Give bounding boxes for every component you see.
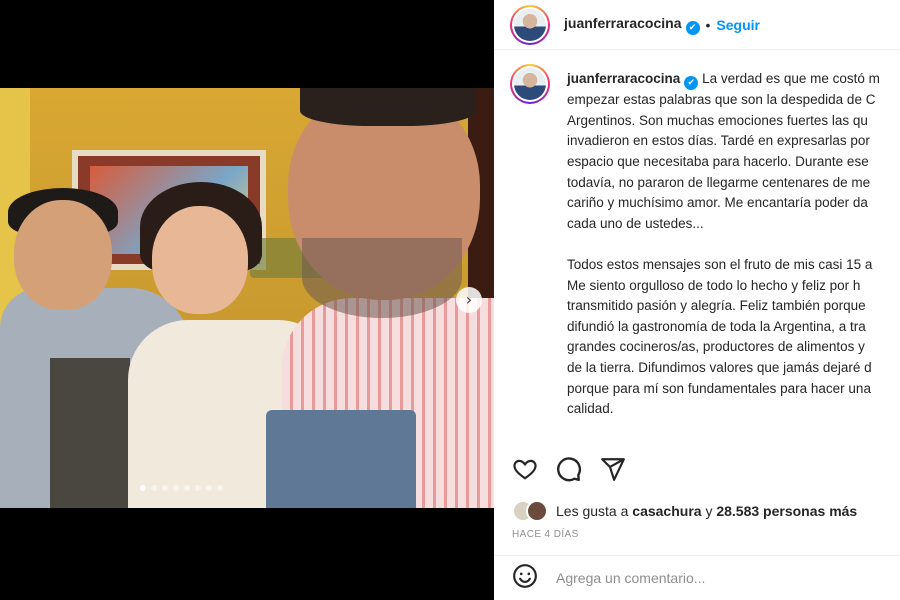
post-media: › xyxy=(0,0,494,600)
emoji-icon xyxy=(513,563,537,588)
carousel-next-button[interactable]: › xyxy=(456,287,482,313)
comment-button[interactable] xyxy=(556,456,582,482)
caption-paragraph-2: Todos estos mensajes son el fruto de mis… xyxy=(567,255,900,420)
verified-icon: ✔ xyxy=(685,20,700,35)
caption-line: cada uno de ustedes... xyxy=(567,215,704,231)
comment-bar: Agrega un comentario... xyxy=(494,555,900,600)
carousel-dot xyxy=(195,485,201,491)
caption-line: de la tierra. Difundimos valores que jam… xyxy=(567,360,872,376)
caption-line: grandes cocineros/as, productores de ali… xyxy=(567,339,865,355)
carousel-dot xyxy=(206,485,212,491)
send-icon xyxy=(601,458,625,481)
caption-line: La verdad es que me costó m xyxy=(702,71,880,86)
comment-input[interactable]: Agrega un comentario... xyxy=(556,570,705,586)
likes-count[interactable]: 28.583 personas más xyxy=(716,503,857,519)
caption: juanferraracocina ✔ La verdad es que me c… xyxy=(510,64,900,438)
carousel-dot xyxy=(184,485,190,491)
post-photo[interactable] xyxy=(0,88,494,508)
carousel-dot xyxy=(162,485,168,491)
liker-username[interactable]: casachura xyxy=(632,503,701,519)
caption-line: Argentinos. Son muchas emociones fuertes… xyxy=(567,112,868,128)
chevron-right-icon: › xyxy=(465,290,473,309)
caption-avatar[interactable] xyxy=(510,64,550,104)
caption-line: transmitido pasión y alegría. Feliz tamb… xyxy=(567,298,866,314)
caption-line: cariño y muchísimo amor. Me encantaría p… xyxy=(567,195,868,211)
emoji-button[interactable] xyxy=(512,563,538,594)
caption-line: invadieron en estos días. Tardé en expre… xyxy=(567,133,870,149)
action-bar xyxy=(512,456,626,482)
timestamp[interactable]: HACE 4 DÍAS xyxy=(512,529,579,540)
follow-button[interactable]: Seguir xyxy=(716,17,760,33)
caption-text: juanferraracocina ✔ La verdad es que me c… xyxy=(567,69,900,438)
likes-text[interactable]: Les gusta a casachura y 28.583 personas … xyxy=(556,503,857,519)
carousel-dots xyxy=(140,485,223,491)
liker-avatar[interactable] xyxy=(526,500,548,522)
share-button[interactable] xyxy=(600,456,626,482)
post-header: juanferraracocina ✔ • Seguir xyxy=(494,0,900,50)
caption-line: empezar estas palabras que son la desped… xyxy=(567,92,876,108)
post-panel: juanferraracocina ✔ • Seguir juanferrarac… xyxy=(494,0,900,600)
heart-icon xyxy=(513,459,537,480)
carousel-dot xyxy=(151,485,157,491)
caption-line: calidad. xyxy=(567,401,614,417)
caption-paragraph-1: juanferraracocina ✔ La verdad es que me c… xyxy=(567,69,900,234)
carousel-dot xyxy=(173,485,179,491)
caption-line: Todos estos mensajes son el fruto de mis… xyxy=(567,257,873,273)
caption-line: difundió la gastronomía de toda la Argen… xyxy=(567,318,866,334)
avatar[interactable] xyxy=(510,4,550,45)
caption-line: todavía, no pararon de llegarme centenar… xyxy=(567,174,871,190)
caption-line: porque para mí son fundamentales para ha… xyxy=(567,380,871,396)
comment-icon xyxy=(557,457,582,482)
likes-row: Les gusta a casachura y 28.583 personas … xyxy=(512,500,857,522)
like-button[interactable] xyxy=(512,456,538,482)
carousel-dot xyxy=(140,485,146,491)
verified-icon: ✔ xyxy=(684,76,699,91)
caption-p1-lines: La verdad es que me costó m empezar estas… xyxy=(567,71,880,231)
caption-username[interactable]: juanferraracocina ✔ xyxy=(567,71,699,91)
header-username[interactable]: juanferraracocina ✔ xyxy=(564,15,700,35)
carousel-dot xyxy=(217,485,223,491)
caption-line: espacio que necesitaba para hacerlo. Dur… xyxy=(567,154,869,170)
caption-line: Me siento orgulloso de todo lo hecho y f… xyxy=(567,277,861,293)
separator-dot: • xyxy=(705,16,711,33)
